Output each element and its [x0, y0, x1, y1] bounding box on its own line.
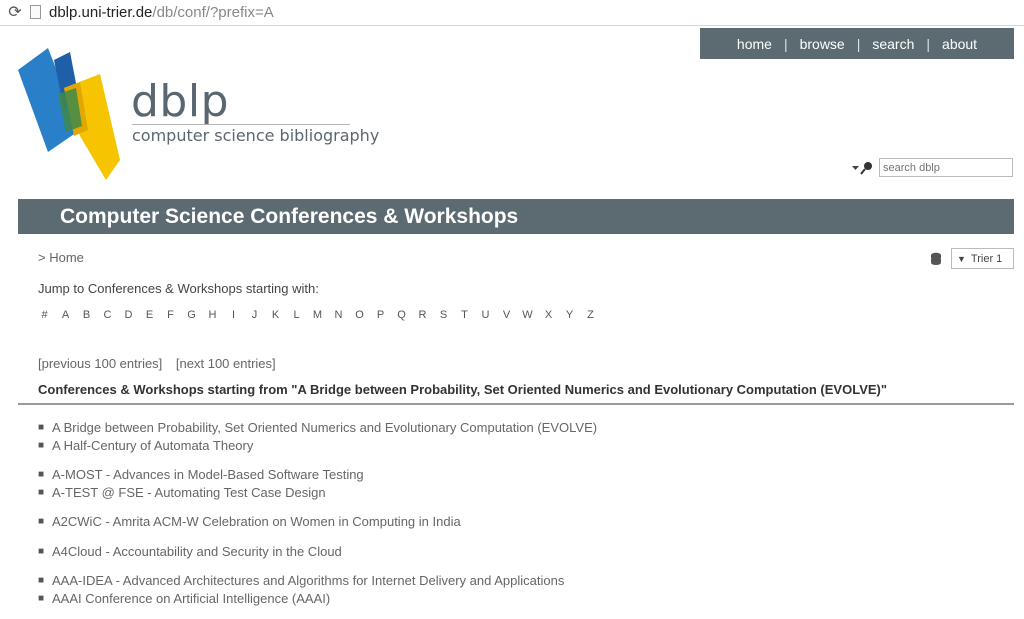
letter-link[interactable]: V — [496, 309, 517, 321]
bullet-icon: ■ — [38, 592, 45, 604]
entry-group: ■ A-MOST - Advances in Model-Based Softwa… — [38, 466, 998, 501]
conference-link[interactable]: A-MOST - Advances in Model-Based Softwar… — [52, 467, 364, 482]
entry-group: ■ A Bridge between Probability, Set Orien… — [38, 419, 998, 454]
letter-link[interactable]: O — [349, 309, 370, 321]
bullet-icon: ■ — [38, 469, 45, 480]
dblp-logo-mark-icon — [18, 48, 120, 180]
letter-link[interactable]: N — [328, 309, 349, 321]
letter-link[interactable]: E — [139, 309, 160, 321]
letter-link[interactable]: L — [286, 309, 307, 321]
bullet-icon: ■ — [38, 439, 45, 451]
list-item[interactable]: ■ A Half-Century of Automata Theory — [38, 437, 998, 455]
letter-link[interactable]: Q — [391, 309, 412, 321]
letter-link[interactable]: G — [181, 309, 202, 321]
logo-tagline: computer science bibliography — [132, 126, 380, 145]
letter-link[interactable]: Z — [580, 309, 601, 321]
mirror-label: Trier 1 — [970, 252, 1003, 265]
page-title-band: Computer Science Conferences & Workshops — [18, 199, 1014, 234]
letter-link[interactable]: A — [55, 309, 76, 321]
letter-link[interactable]: C — [97, 309, 118, 321]
nav-home-link[interactable]: home — [725, 36, 784, 52]
page-icon — [30, 5, 41, 19]
page-title: Computer Science Conferences & Workshops — [60, 205, 519, 228]
logo-rule — [132, 124, 350, 125]
letter-link[interactable]: X — [538, 309, 559, 321]
letter-link[interactable]: J — [244, 309, 265, 321]
url-text[interactable]: dblp.uni-trier.de/db/conf/?prefix=A — [49, 4, 274, 22]
nav-about-link[interactable]: about — [930, 36, 989, 52]
conference-link[interactable]: A Bridge between Probability, Set Orient… — [52, 420, 597, 435]
list-item[interactable]: ■ A-MOST - Advances in Model-Based Softwa… — [38, 466, 998, 484]
list-item[interactable]: ■ A4Cloud - Accountability and Security i… — [38, 543, 998, 561]
section-divider — [18, 403, 1014, 405]
letter-link[interactable]: K — [265, 309, 286, 321]
letter-link[interactable]: H — [202, 309, 223, 321]
letter-link[interactable]: M — [307, 309, 328, 321]
letter-link[interactable]: U — [475, 309, 496, 321]
list-item[interactable]: ■ AAAI Conference on Artificial Intellige… — [38, 590, 998, 608]
bullet-icon: ■ — [38, 516, 45, 527]
conference-link[interactable]: AAA-IDEA - Advanced Architectures and Al… — [52, 573, 564, 588]
nav-search-link[interactable]: search — [860, 36, 926, 52]
search-icon — [852, 162, 872, 175]
database-icon — [931, 252, 941, 265]
list-item[interactable]: ■ AAA-IDEA - Advanced Architectures and A… — [38, 572, 998, 590]
bullet-icon: ■ — [38, 545, 45, 557]
top-navigation: home | browse | search | about — [700, 28, 1014, 59]
search-input[interactable] — [879, 158, 1013, 177]
list-item[interactable]: ■ A-TEST @ FSE - Automating Test Case Des… — [38, 484, 998, 502]
bullet-icon: ■ — [38, 422, 45, 433]
previous-entries-link[interactable]: [previous 100 entries] — [38, 356, 162, 371]
pager: [previous 100 entries] [next 100 entries… — [38, 356, 286, 371]
mirror-selector[interactable]: ▼ Trier 1 — [951, 248, 1014, 269]
letter-link[interactable]: T — [454, 309, 475, 321]
conference-list: ■ A Bridge between Probability, Set Orien… — [38, 419, 998, 619]
list-item[interactable]: ■ A Bridge between Probability, Set Orien… — [38, 419, 998, 437]
entry-group: ■ A2CWiC - Amrita ACM-W Celebration on Wo… — [38, 513, 998, 531]
next-entries-link[interactable]: [next 100 entries] — [176, 356, 276, 371]
jump-label: Jump to Conferences & Workshops starting… — [38, 281, 319, 296]
reload-icon[interactable]: ⟳ — [6, 4, 24, 22]
letter-link[interactable]: F — [160, 309, 181, 321]
section-heading: Conferences & Workshops starting from "A… — [38, 382, 888, 397]
letter-link[interactable]: W — [517, 309, 538, 321]
logo-wordmark: dblp — [131, 76, 230, 127]
conference-link[interactable]: A4Cloud - Accountability and Security in… — [52, 544, 342, 559]
letter-link[interactable]: D — [118, 309, 139, 321]
nav-browse-link[interactable]: browse — [788, 36, 857, 52]
bullet-icon: ■ — [38, 486, 45, 498]
conference-link[interactable]: AAAI Conference on Artificial Intelligen… — [52, 591, 330, 606]
letter-link[interactable]: # — [34, 309, 55, 321]
dropdown-caret-icon: ▼ — [957, 253, 966, 264]
letter-link[interactable]: S — [433, 309, 454, 321]
address-bar[interactable]: ⟳ dblp.uni-trier.de/db/conf/?prefix=A — [0, 0, 1024, 26]
list-item[interactable]: ■ A2CWiC - Amrita ACM-W Celebration on Wo… — [38, 513, 998, 531]
breadcrumb-home-link[interactable]: > Home — [38, 250, 84, 265]
conference-link[interactable]: A Half-Century of Automata Theory — [52, 438, 253, 453]
entry-group: ■ AAA-IDEA - Advanced Architectures and A… — [38, 572, 998, 607]
letter-link[interactable]: Y — [559, 309, 580, 321]
letter-link[interactable]: P — [370, 309, 391, 321]
bullet-icon: ■ — [38, 575, 45, 586]
letter-link[interactable]: B — [76, 309, 97, 321]
letter-index: # A B C D E F G H I J K L M N O P Q R S T U V W X Y Z — [34, 309, 601, 321]
conference-link[interactable]: A-TEST @ FSE - Automating Test Case Desi… — [52, 485, 326, 500]
letter-link[interactable]: I — [223, 309, 244, 321]
conference-link[interactable]: A2CWiC - Amrita ACM-W Celebration on Wom… — [52, 514, 461, 529]
letter-link[interactable]: R — [412, 309, 433, 321]
search-options-button[interactable] — [850, 160, 876, 176]
entry-group: ■ A4Cloud - Accountability and Security i… — [38, 543, 998, 561]
